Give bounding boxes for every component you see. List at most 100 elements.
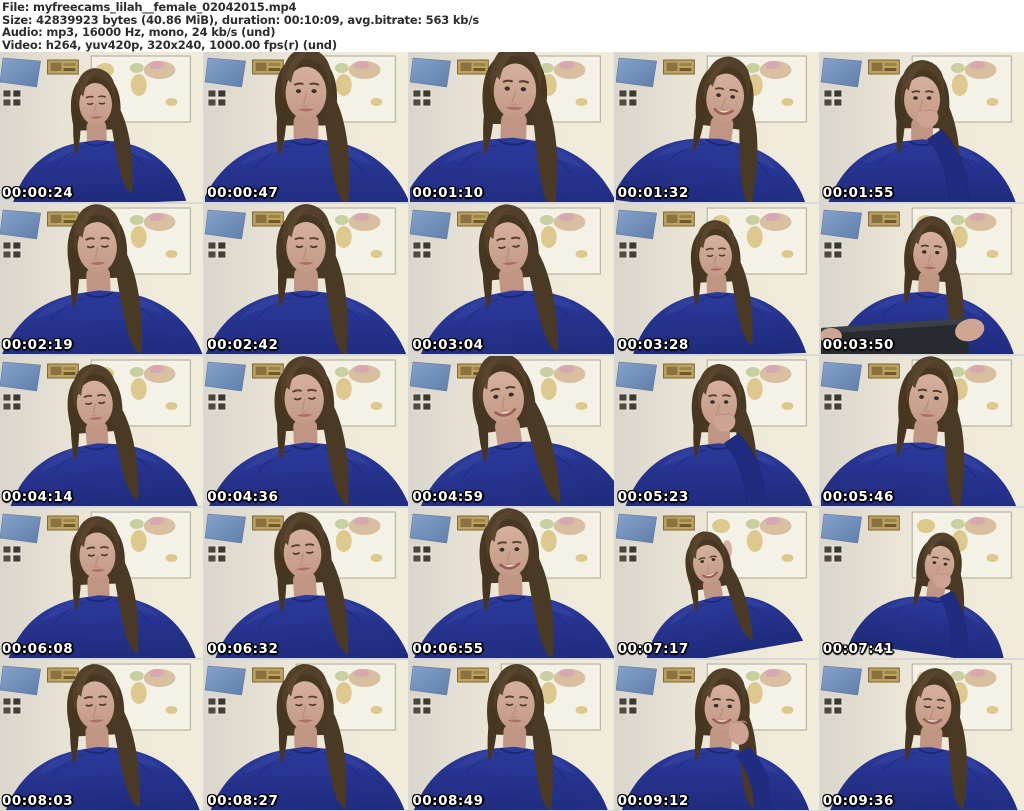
- blue-paper: [615, 209, 657, 240]
- timestamp-overlay: 00:08:27: [207, 793, 279, 809]
- blue-paper: [615, 57, 657, 88]
- video-thumbnail: 00:01:10: [410, 52, 614, 202]
- video-thumbnail: 00:08:49: [410, 660, 614, 810]
- blue-paper: [205, 665, 247, 696]
- timestamp-overlay: 00:04:14: [2, 489, 74, 505]
- thumbnail-scene: [820, 204, 1024, 354]
- video-thumbnail: 00:06:32: [205, 508, 409, 658]
- video-thumbnail: 00:00:47: [205, 52, 409, 202]
- thumbnail-scene: [820, 52, 1024, 202]
- timestamp-overlay: 00:03:28: [617, 337, 689, 353]
- video-thumbnail: 00:03:04: [410, 204, 614, 354]
- video-thumbnail: 00:06:55: [410, 508, 614, 658]
- video-thumbnail: 00:03:50: [820, 204, 1024, 354]
- video-thumbnail: 00:02:19: [0, 204, 204, 354]
- timestamp-overlay: 00:05:23: [617, 489, 689, 505]
- blue-paper: [0, 361, 41, 392]
- thumbnail-scene: [820, 660, 1024, 810]
- blue-paper: [205, 209, 247, 240]
- blue-paper: [410, 665, 452, 696]
- thumbnail-scene: [205, 52, 409, 202]
- video-thumbnail: 00:08:27: [205, 660, 409, 810]
- timestamp-overlay: 00:07:41: [822, 641, 894, 657]
- gold-picture-frame: [457, 515, 490, 531]
- timestamp-overlay: 00:01:10: [412, 185, 484, 201]
- gold-picture-frame: [867, 515, 900, 531]
- file-line: File: myfreecams_lilah__female_02042015.…: [2, 0, 297, 14]
- timestamp-overlay: 00:08:03: [2, 793, 74, 809]
- blue-paper: [0, 57, 41, 88]
- gold-picture-frame: [252, 363, 284, 379]
- timestamp-overlay: 00:06:55: [412, 641, 484, 657]
- gold-picture-frame: [457, 211, 490, 227]
- timestamp-overlay: 00:01:32: [617, 185, 689, 201]
- timestamp-overlay: 00:09:36: [822, 793, 894, 809]
- blue-paper: [410, 361, 452, 392]
- blue-paper: [410, 513, 452, 544]
- gold-picture-frame: [662, 211, 695, 227]
- thumbnail-scene: [615, 356, 819, 506]
- thumbnail-scene: [615, 52, 819, 202]
- timestamp-overlay: 00:02:19: [2, 337, 74, 353]
- blue-paper: [820, 665, 862, 696]
- blue-paper: [410, 209, 452, 240]
- blue-paper: [410, 57, 452, 88]
- video-thumbnail: 00:09:12: [615, 660, 819, 810]
- thumbnail-scene: [410, 660, 614, 810]
- timestamp-overlay: 00:03:50: [822, 337, 894, 353]
- file-metadata-header: File: myfreecams_lilah__female_02042015.…: [0, 0, 1024, 52]
- timestamp-overlay: 00:06:32: [207, 641, 279, 657]
- thumbnail-scene: [0, 660, 204, 810]
- video-thumbnail: 00:05:46: [820, 356, 1024, 506]
- thumbnail-scene: [615, 508, 819, 658]
- timestamp-overlay: 00:02:42: [207, 337, 279, 353]
- video-line: Video: h264, yuv420p, 320x240, 1000.00 f…: [2, 38, 337, 53]
- thumbnail-scene: [410, 204, 614, 354]
- thumbnail-scene: [410, 52, 614, 202]
- thumbnail-grid: 00:00:24 00:00:47 00:01:10 00:01:32 00:0…: [0, 52, 1024, 811]
- blue-paper: [205, 513, 247, 544]
- video-thumbnail: 00:09:36: [820, 660, 1024, 810]
- blue-paper: [615, 513, 657, 544]
- timestamp-overlay: 00:09:12: [617, 793, 689, 809]
- gold-picture-frame: [867, 59, 900, 75]
- timestamp-overlay: 00:03:04: [412, 337, 484, 353]
- video-thumbnail: 00:05:23: [615, 356, 819, 506]
- gold-picture-frame: [662, 59, 695, 75]
- timestamp-overlay: 00:05:46: [822, 489, 894, 505]
- gold-picture-frame: [252, 59, 284, 75]
- gold-picture-frame: [662, 515, 695, 531]
- video-thumbnail: 00:07:41: [820, 508, 1024, 658]
- thumbnail-scene: [820, 356, 1024, 506]
- gold-picture-frame: [252, 515, 284, 531]
- timestamp-overlay: 00:00:24: [2, 185, 74, 201]
- timestamp-overlay: 00:00:47: [207, 185, 279, 201]
- timestamp-overlay: 00:06:08: [2, 641, 74, 657]
- blue-paper: [0, 513, 41, 544]
- blue-paper: [820, 209, 862, 240]
- thumbnail-scene: [0, 204, 204, 354]
- gold-picture-frame: [662, 363, 695, 379]
- blue-paper: [820, 57, 862, 88]
- video-thumbnail: 00:04:36: [205, 356, 409, 506]
- video-thumbnail: 00:02:42: [205, 204, 409, 354]
- timestamp-overlay: 00:04:59: [412, 489, 484, 505]
- thumbnail-scene: [205, 204, 409, 354]
- gold-picture-frame: [867, 667, 900, 683]
- thumbnail-scene: [0, 508, 204, 658]
- video-thumbnail: 00:08:03: [0, 660, 204, 810]
- blue-paper: [615, 361, 657, 392]
- thumbnail-scene: [410, 508, 614, 658]
- video-thumbnail: 00:06:08: [0, 508, 204, 658]
- gold-picture-frame: [252, 667, 284, 683]
- blue-paper: [0, 209, 41, 240]
- thumbnail-scene: [820, 508, 1024, 658]
- gold-picture-frame: [867, 211, 900, 227]
- video-thumbnail: 00:00:24: [0, 52, 204, 202]
- gold-picture-frame: [47, 363, 79, 379]
- thumbnail-scene: [0, 356, 204, 506]
- timestamp-overlay: 00:01:55: [822, 185, 894, 201]
- thumbnail-scene: [205, 356, 409, 506]
- gold-picture-frame: [867, 363, 900, 379]
- thumbnail-scene: [205, 508, 409, 658]
